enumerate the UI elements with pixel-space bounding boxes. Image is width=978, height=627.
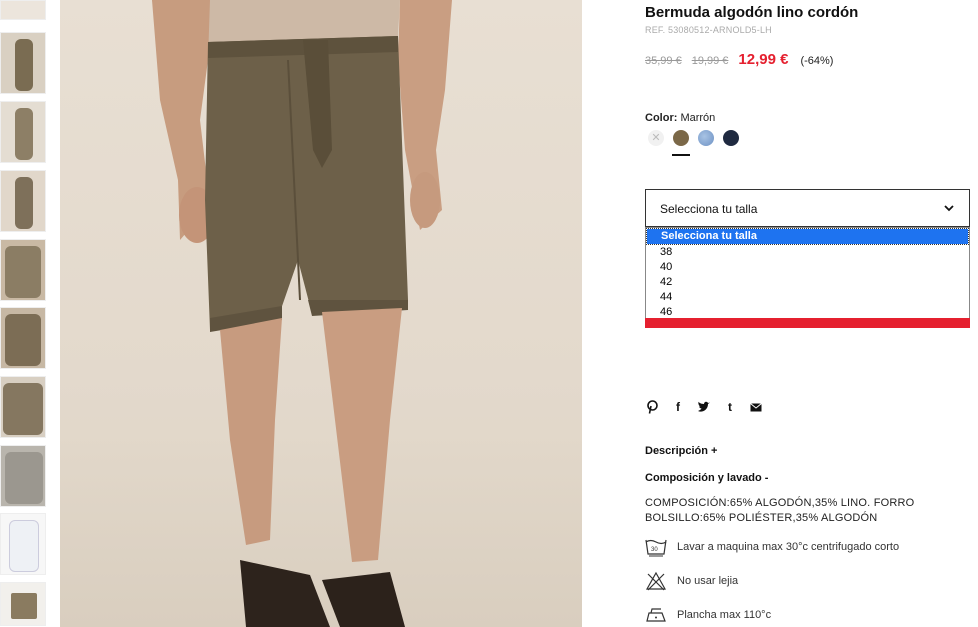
chevron-down-icon bbox=[944, 205, 954, 212]
care-row-wash: 30 Lavar a maquina max 30°c centrifugado… bbox=[645, 537, 899, 557]
care-row-iron: Plancha max 110°c bbox=[645, 605, 771, 625]
care-row-bleach: No usar lejia bbox=[645, 571, 738, 591]
thumbnail-9[interactable] bbox=[0, 582, 46, 626]
size-dropdown-list: Selecciona tu talla 38 40 42 44 46 bbox=[645, 227, 970, 321]
previous-price: 19,99 € bbox=[691, 55, 729, 67]
product-info-panel: Bermuda algodón lino cordón REF. 5308051… bbox=[645, 0, 970, 627]
composition-text: COMPOSICIÓN:65% ALGODÓN,35% LINO. FORRO … bbox=[645, 497, 915, 524]
thumbnail-2[interactable] bbox=[0, 101, 46, 163]
thumbnail-strip bbox=[0, 0, 48, 627]
color-swatch-unavailable[interactable]: ✕ bbox=[648, 130, 664, 146]
product-title: Bermuda algodón lino cordón bbox=[645, 4, 859, 21]
tumblr-icon[interactable]: t bbox=[723, 400, 737, 414]
thumbnail-5[interactable] bbox=[0, 307, 46, 369]
thumbnail-1[interactable] bbox=[0, 32, 46, 94]
pinterest-icon[interactable] bbox=[645, 400, 659, 414]
size-option-40[interactable]: 40 bbox=[646, 260, 969, 275]
price-block: 35,99 € 19,99 € 12,99 € (-64%) bbox=[645, 51, 833, 68]
description-toggle[interactable]: Descripción + bbox=[645, 445, 717, 457]
thumbnail-6[interactable] bbox=[0, 376, 46, 438]
size-option-38[interactable]: 38 bbox=[646, 245, 969, 260]
thumbnail-7[interactable] bbox=[0, 445, 46, 507]
original-price: 35,99 € bbox=[645, 55, 682, 67]
discount-badge: (-64%) bbox=[800, 55, 834, 67]
color-label-title: Color: bbox=[645, 112, 678, 124]
svg-text:30: 30 bbox=[651, 547, 658, 553]
no-bleach-icon bbox=[645, 571, 667, 591]
add-to-bag-bar[interactable] bbox=[645, 318, 970, 328]
care-wash-text: Lavar a maquina max 30°c centrifugado co… bbox=[677, 541, 900, 553]
color-label: Color: Marrón bbox=[645, 112, 715, 124]
product-main-image bbox=[60, 0, 582, 627]
color-swatch-light-blue[interactable] bbox=[698, 130, 714, 146]
thumbnail-8[interactable] bbox=[0, 513, 46, 575]
email-icon[interactable] bbox=[749, 400, 763, 414]
size-option-44[interactable]: 44 bbox=[646, 290, 969, 305]
size-option-placeholder[interactable]: Selecciona tu talla bbox=[646, 228, 969, 245]
size-option-42[interactable]: 42 bbox=[646, 275, 969, 290]
facebook-icon[interactable]: f bbox=[671, 400, 685, 414]
care-iron-text: Plancha max 110°c bbox=[677, 609, 772, 621]
twitter-icon[interactable] bbox=[697, 400, 711, 414]
color-swatches: ✕ bbox=[648, 130, 739, 156]
size-select-value: Selecciona tu talla bbox=[660, 202, 758, 216]
thumbnail-3[interactable] bbox=[0, 170, 46, 232]
color-swatch-navy[interactable] bbox=[723, 130, 739, 146]
product-reference: REF. 53080512-ARNOLD5-LH bbox=[645, 25, 772, 35]
size-select[interactable]: Selecciona tu talla bbox=[645, 189, 970, 227]
color-swatch-marron[interactable] bbox=[672, 130, 690, 156]
care-bleach-text: No usar lejia bbox=[677, 575, 739, 587]
iron-icon bbox=[646, 608, 666, 622]
model-wearing-shorts bbox=[152, 0, 452, 627]
sale-price: 12,99 € bbox=[738, 51, 789, 68]
selected-color-name: Marrón bbox=[680, 112, 716, 124]
wash-30-icon: 30 bbox=[645, 539, 667, 557]
thumbnail-0[interactable] bbox=[0, 0, 46, 20]
composition-toggle[interactable]: Composición y lavado - bbox=[645, 472, 768, 484]
thumbnail-4[interactable] bbox=[0, 239, 46, 301]
share-icons: f t bbox=[645, 400, 763, 414]
